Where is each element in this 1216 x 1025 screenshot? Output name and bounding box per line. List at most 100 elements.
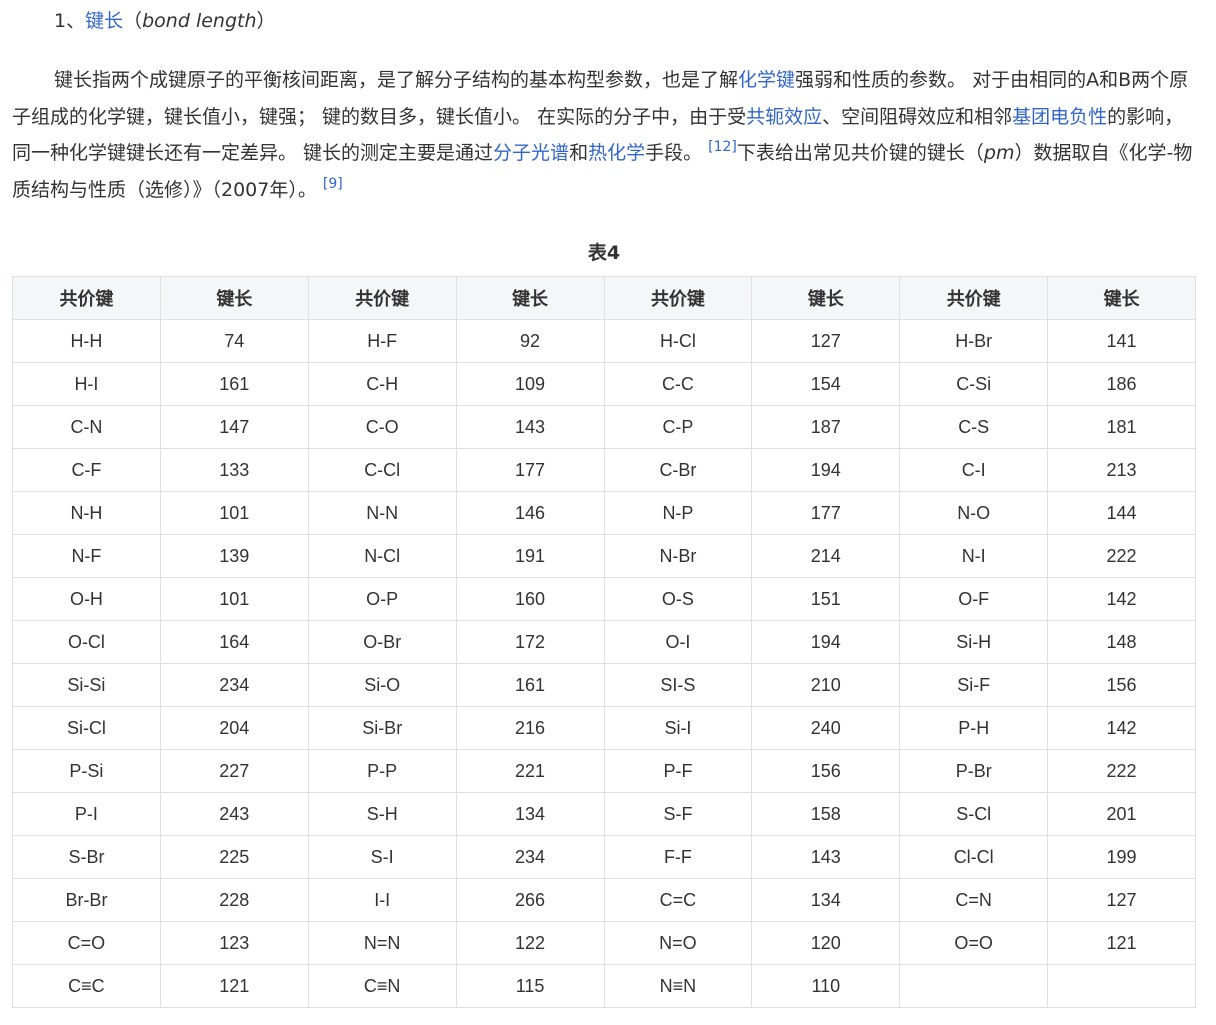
paragraph-text-1: 键长指两个成键原子的平衡核间距离，是了解分子结构的基本构型参数，也是了解 (54, 69, 739, 91)
table-row: S-Br 225 S-I 234 F-F 143 Cl-Cl 199 (12, 835, 1196, 879)
bond-cell: O-H (12, 577, 161, 621)
length-cell: 156 (1047, 663, 1196, 707)
reference-12[interactable]: [12] (708, 139, 737, 155)
bond-cell: H-F (307, 319, 457, 363)
bond-cell: C-I (899, 448, 1049, 492)
length-cell: 222 (1047, 534, 1196, 578)
header-bond: 共价键 (12, 276, 161, 320)
chemical-bond-link[interactable]: 化学键 (738, 69, 795, 91)
length-cell: 228 (159, 878, 309, 922)
table-row: P-I 243 S-H 134 S-F 158 S-Cl 201 (12, 792, 1196, 836)
bond-cell: P-P (307, 749, 457, 793)
bond-cell: O-S (603, 577, 753, 621)
bond-cell: Si-H (899, 620, 1049, 664)
length-cell: 213 (1047, 448, 1196, 492)
length-cell: 210 (751, 663, 901, 707)
table-row: C=O 123 N=N 122 N=O 120 O=O 121 (12, 921, 1196, 965)
length-cell: 92 (455, 319, 605, 363)
header-length: 键长 (455, 276, 605, 320)
length-cell: 164 (159, 620, 309, 664)
bond-cell: S-Br (12, 835, 161, 879)
bond-cell: F-F (603, 835, 753, 879)
paragraph-text-5: 和 (569, 142, 589, 164)
length-cell: 221 (455, 749, 605, 793)
table-row: N-F 139 N-Cl 191 N-Br 214 N-I 222 (12, 534, 1196, 578)
bond-cell: O-Cl (12, 620, 161, 664)
bond-cell: S-H (307, 792, 457, 836)
bond-cell: S-I (307, 835, 457, 879)
bond-cell: N-N (307, 491, 457, 535)
table-row: C-F 133 C-Cl 177 C-Br 194 C-I 213 (12, 448, 1196, 492)
heading-close-paren: ） (256, 10, 276, 32)
bond-cell: Br-Br (12, 878, 161, 922)
bond-cell: Cl-Cl (899, 835, 1049, 879)
length-cell: 142 (1047, 706, 1196, 750)
bond-cell: P-Br (899, 749, 1049, 793)
length-cell: 123 (159, 921, 309, 965)
length-cell: 151 (751, 577, 901, 621)
length-cell: 161 (455, 663, 605, 707)
reference-9[interactable]: [9] (323, 176, 343, 192)
bond-cell: C-F (12, 448, 161, 492)
bond-cell: N-H (12, 491, 161, 535)
length-cell: 134 (455, 792, 605, 836)
length-cell: 243 (159, 792, 309, 836)
reference-12-link[interactable]: [12] (708, 139, 737, 155)
bond-cell: C-P (603, 405, 753, 449)
paragraph-text-3: 、空间阻碍效应和相邻 (822, 105, 1013, 128)
bond-cell: N=N (307, 921, 457, 965)
length-cell: 147 (159, 405, 309, 449)
header-bond: 共价键 (899, 276, 1049, 320)
length-cell: 101 (159, 577, 309, 621)
bond-cell: O=O (899, 921, 1049, 965)
length-cell: 214 (751, 534, 901, 578)
bond-cell: C-Si (899, 362, 1049, 406)
length-cell: 120 (751, 921, 901, 965)
bond-cell: N-O (899, 491, 1049, 535)
table-row: O-Cl 164 O-Br 172 O-I 194 Si-H 148 (12, 620, 1196, 664)
group-electronegativity-link[interactable]: 基团电负性 (1012, 106, 1107, 128)
bond-cell: C-O (307, 405, 457, 449)
length-cell: 191 (455, 534, 605, 578)
length-cell: 234 (159, 663, 309, 707)
bond-cell: C-Br (603, 448, 753, 492)
bond-cell: C=C (603, 878, 753, 922)
section-number: 1、 (54, 10, 86, 32)
bond-cell: P-I (12, 792, 161, 836)
table-row: O-H 101 O-P 160 O-S 151 O-F 142 (12, 577, 1196, 621)
table-header-row: 共价键 键长 共价键 键长 共价键 键长 共价键 键长 (12, 276, 1196, 320)
bond-cell: S-F (603, 792, 753, 836)
table-caption: 表4 (587, 242, 621, 264)
length-cell: 201 (1047, 792, 1196, 836)
table-row: C-N 147 C-O 143 C-P 187 C-S 181 (12, 405, 1196, 449)
description-paragraph: 键长指两个成键原子的平衡核间距离，是了解分子结构的基本构型参数，也是了解化学键强… (12, 62, 1198, 208)
bond-cell: SI-S (603, 663, 753, 707)
conjugation-effect-link[interactable]: 共轭效应 (746, 106, 822, 128)
table-row: Br-Br 228 I-I 266 C=C 134 C=N 127 (12, 878, 1196, 922)
length-cell: 156 (751, 749, 901, 793)
molecular-spectroscopy-link[interactable]: 分子光谱 (493, 142, 569, 164)
bond-cell: H-H (12, 319, 161, 363)
bond-cell: O-I (603, 620, 753, 664)
table-row: Si-Si 234 Si-O 161 SI-S 210 Si-F 156 (12, 663, 1196, 707)
bond-cell: P-Si (12, 749, 161, 793)
table-row: H-H 74 H-F 92 H-Cl 127 H-Br 141 (12, 319, 1196, 363)
thermochemistry-link[interactable]: 热化学 (588, 142, 645, 164)
bond-cell: Si-Cl (12, 706, 161, 750)
length-cell: 127 (751, 319, 901, 363)
paragraph-text-6: 手段。 (645, 142, 709, 164)
bond-cell: C-C (603, 362, 753, 406)
bond-length-table: 共价键 键长 共价键 键长 共价键 键长 共价键 键长 H-H 74 H-F 92 H-Cl 127 H-… (12, 276, 1196, 1008)
bond-cell: N-F (12, 534, 161, 578)
reference-9-link[interactable]: [9] (323, 176, 343, 192)
bond-cell: O-P (307, 577, 457, 621)
bond-cell: H-Cl (603, 319, 753, 363)
length-cell: 266 (455, 878, 605, 922)
bond-cell: Si-F (899, 663, 1049, 707)
length-cell: 240 (751, 706, 901, 750)
bond-cell: P-H (899, 706, 1049, 750)
length-cell: 133 (159, 448, 309, 492)
bond-length-link[interactable]: 键长 (85, 10, 123, 32)
length-cell: 172 (455, 620, 605, 664)
length-cell: 142 (1047, 577, 1196, 621)
